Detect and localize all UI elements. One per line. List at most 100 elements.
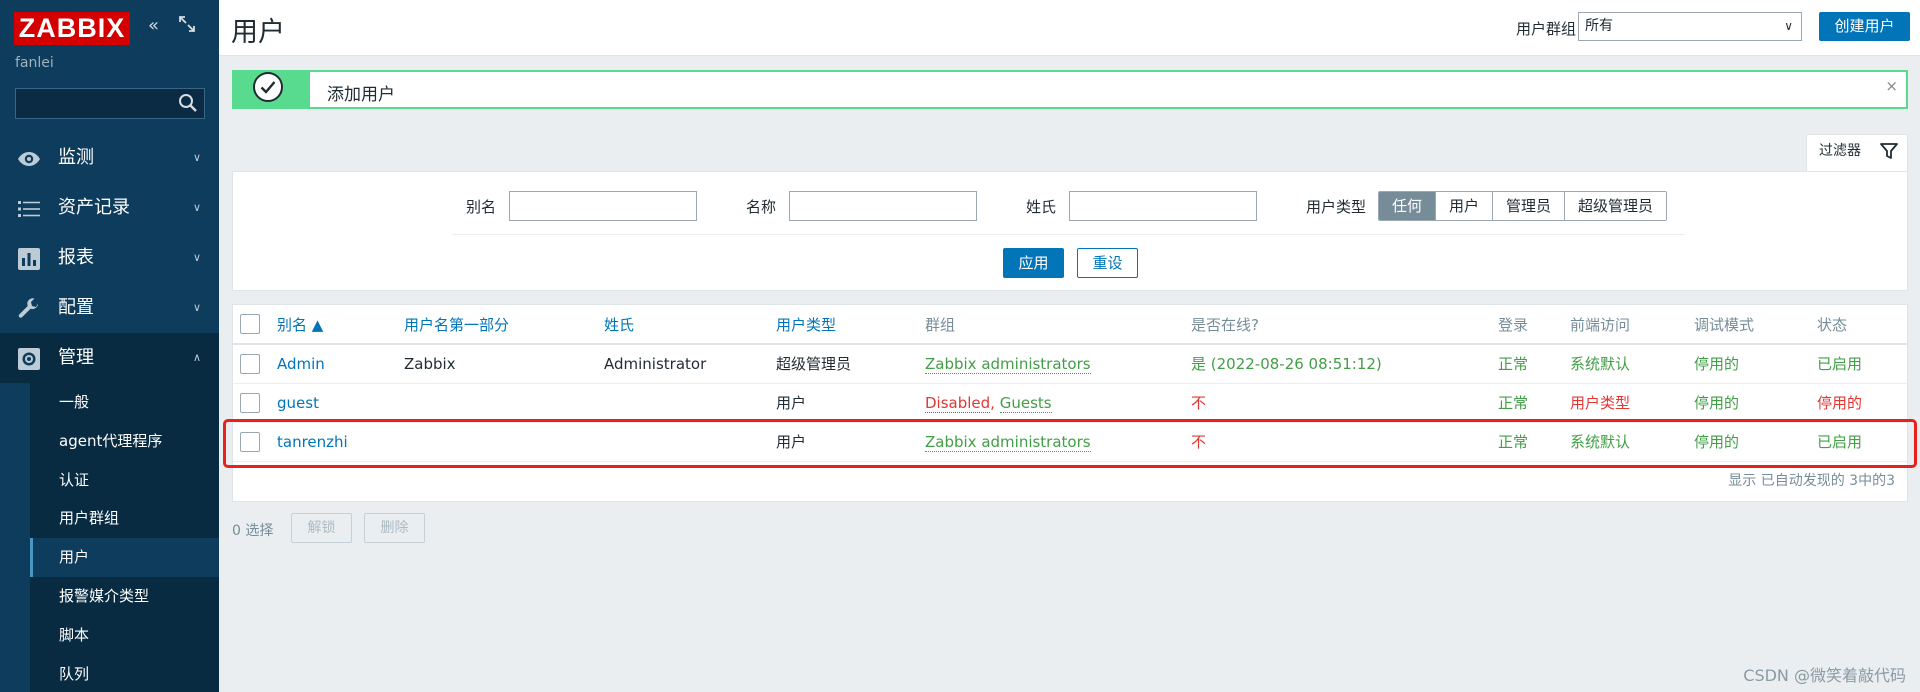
message-text: 添加用户 [327, 85, 395, 105]
menu-label: 监测 [58, 147, 94, 168]
sidebar-search-input[interactable] [15, 88, 205, 119]
submenu-queue[interactable]: 队列 [30, 655, 219, 692]
success-message: 添加用户 × [232, 70, 1908, 109]
user-group-link[interactable]: Guests [999, 393, 1052, 413]
user-surname: Administrator [604, 344, 776, 384]
menu-configuration[interactable]: 配置 ∨ [0, 283, 219, 333]
watermark: CSDN @微笑着敲代码 [1743, 666, 1906, 685]
usergroup-label: 用户群组 [1516, 20, 1577, 38]
column-name[interactable]: 用户名第一部分 [404, 305, 604, 345]
menu-label: 报表 [58, 247, 94, 268]
column-alias[interactable]: 别名 ▲ [277, 305, 404, 345]
search-icon[interactable] [178, 93, 198, 113]
name-input[interactable] [789, 191, 977, 221]
usertype-any[interactable]: 任何 [1379, 192, 1437, 220]
submenu-media-types[interactable]: 报警媒介类型 [30, 577, 219, 616]
menu-reports[interactable]: 报表 ∨ [0, 233, 219, 283]
submenu-scripts[interactable]: 脚本 [30, 616, 219, 655]
select-all-checkbox[interactable] [240, 314, 260, 334]
online-status: 不 [1191, 383, 1498, 423]
frontend-access: 用户类型 [1570, 383, 1694, 423]
alias-label: 别名 [466, 198, 497, 216]
column-online: 是否在线? [1191, 305, 1498, 345]
user-surname [604, 422, 776, 462]
delete-button[interactable]: 删除 [364, 513, 425, 543]
submenu-user-groups[interactable]: 用户群组 [30, 499, 219, 538]
wrench-icon [18, 298, 39, 318]
chevron-down-icon: ∨ [192, 151, 201, 164]
alias-input[interactable] [509, 191, 697, 221]
name-label: 名称 [746, 198, 777, 216]
list-icon [18, 201, 40, 217]
chevron-down-icon: ∨ [192, 251, 201, 264]
column-surname[interactable]: 姓氏 [604, 305, 776, 345]
column-login: 登录 [1498, 305, 1570, 345]
chevron-down-icon: ∨ [192, 201, 201, 214]
success-icon-box [232, 70, 310, 109]
menu-monitoring[interactable]: 监测 ∨ [0, 133, 219, 183]
user-alias-link[interactable]: guest [277, 394, 319, 412]
menu-administration[interactable]: 管理 ∧ [0, 333, 219, 383]
frontend-access: 系统默认 [1570, 344, 1694, 384]
submenu-general[interactable]: 一般 [30, 383, 219, 422]
column-frontend-access: 前端访问 [1570, 305, 1694, 345]
page-title: 用户 [231, 17, 285, 48]
create-user-button[interactable]: 创建用户 [1819, 12, 1910, 41]
usertype-label: 用户类型 [1306, 198, 1367, 216]
login-status: 正常 [1498, 344, 1570, 384]
user-group-link[interactable]: Zabbix administrators [925, 432, 1091, 452]
reset-button[interactable]: 重设 [1077, 248, 1138, 278]
usertype-super-admin[interactable]: 超级管理员 [1565, 192, 1667, 220]
disabled-group-link[interactable]: Disabled [925, 393, 991, 413]
row-checkbox[interactable] [240, 431, 260, 452]
collapse-sidebar-icon[interactable]: « [148, 16, 159, 36]
usergroup-select-value: 所有 [1585, 18, 1613, 34]
user-alias-link[interactable]: Admin [277, 355, 325, 373]
user-type: 超级管理员 [776, 344, 925, 384]
usertype-user[interactable]: 用户 [1436, 192, 1494, 220]
surname-input[interactable] [1069, 191, 1257, 221]
filter-divider [453, 234, 1685, 235]
user-status[interactable]: 停用的 [1817, 383, 1907, 423]
submenu-users[interactable]: 用户 [30, 538, 219, 577]
server-name: fanlei [15, 55, 54, 71]
submenu-proxies[interactable]: agent代理程序 [30, 422, 219, 461]
apply-button[interactable]: 应用 [1003, 248, 1064, 278]
usertype-admin[interactable]: 管理员 [1493, 192, 1566, 220]
table-footer: 显示 已自动发现的 3中的3 [1728, 473, 1895, 489]
user-alias-link[interactable]: tanrenzhi [277, 433, 348, 451]
menu-inventory[interactable]: 资产记录 ∨ [0, 183, 219, 233]
usergroup-select[interactable]: 所有 ∨ [1578, 12, 1802, 41]
close-icon[interactable]: × [1885, 77, 1898, 95]
check-circle-icon [253, 72, 283, 102]
user-group-link[interactable]: Zabbix administrators [925, 354, 1091, 374]
user-name [404, 422, 604, 462]
filter-icon [1880, 143, 1898, 159]
row-checkbox[interactable] [240, 392, 260, 413]
submenu-authentication[interactable]: 认证 [30, 461, 219, 500]
page-header: 用户 用户群组 所有 ∨ 创建用户 [219, 0, 1920, 56]
filter-tab[interactable]: 过滤器 [1806, 134, 1908, 172]
selected-count: 0 选择 [232, 523, 274, 539]
column-user-type[interactable]: 用户类型 [776, 305, 925, 345]
unlock-button[interactable]: 解锁 [291, 513, 352, 543]
user-type: 用户 [776, 383, 925, 423]
zabbix-logo[interactable]: ZABBIX [14, 12, 130, 45]
user-surname [604, 383, 776, 423]
chevron-down-icon: ∨ [1784, 19, 1793, 33]
online-status: 不 [1191, 422, 1498, 462]
users-table: 别名 ▲ 用户名第一部分 姓氏 用户类型 群组 是否在线? 登录 前端访问 调试… [233, 305, 1907, 462]
table-row: Admin Zabbix Administrator 超级管理员 Zabbix … [233, 344, 1907, 384]
user-status[interactable]: 已启用 [1817, 422, 1907, 462]
debug-mode: 停用的 [1694, 383, 1817, 423]
row-checkbox[interactable] [240, 353, 260, 374]
users-table-container: 别名 ▲ 用户名第一部分 姓氏 用户类型 群组 是否在线? 登录 前端访问 调试… [232, 304, 1908, 502]
user-name: Zabbix [404, 344, 604, 384]
column-debug-mode: 调试模式 [1694, 305, 1817, 345]
surname-label: 姓氏 [1026, 198, 1057, 216]
admin-submenu: 一般 agent代理程序 认证 用户群组 用户 报警媒介类型 脚本 队列 [30, 383, 219, 692]
chevron-down-icon: ∨ [192, 301, 201, 314]
sidebar: ZABBIX « fanlei 监测 ∨ 资产记录 ∨ 报表 ∨ 配置 ∨ 管理… [0, 0, 219, 692]
kiosk-mode-icon[interactable] [178, 15, 196, 38]
user-status[interactable]: 已启用 [1817, 344, 1907, 384]
